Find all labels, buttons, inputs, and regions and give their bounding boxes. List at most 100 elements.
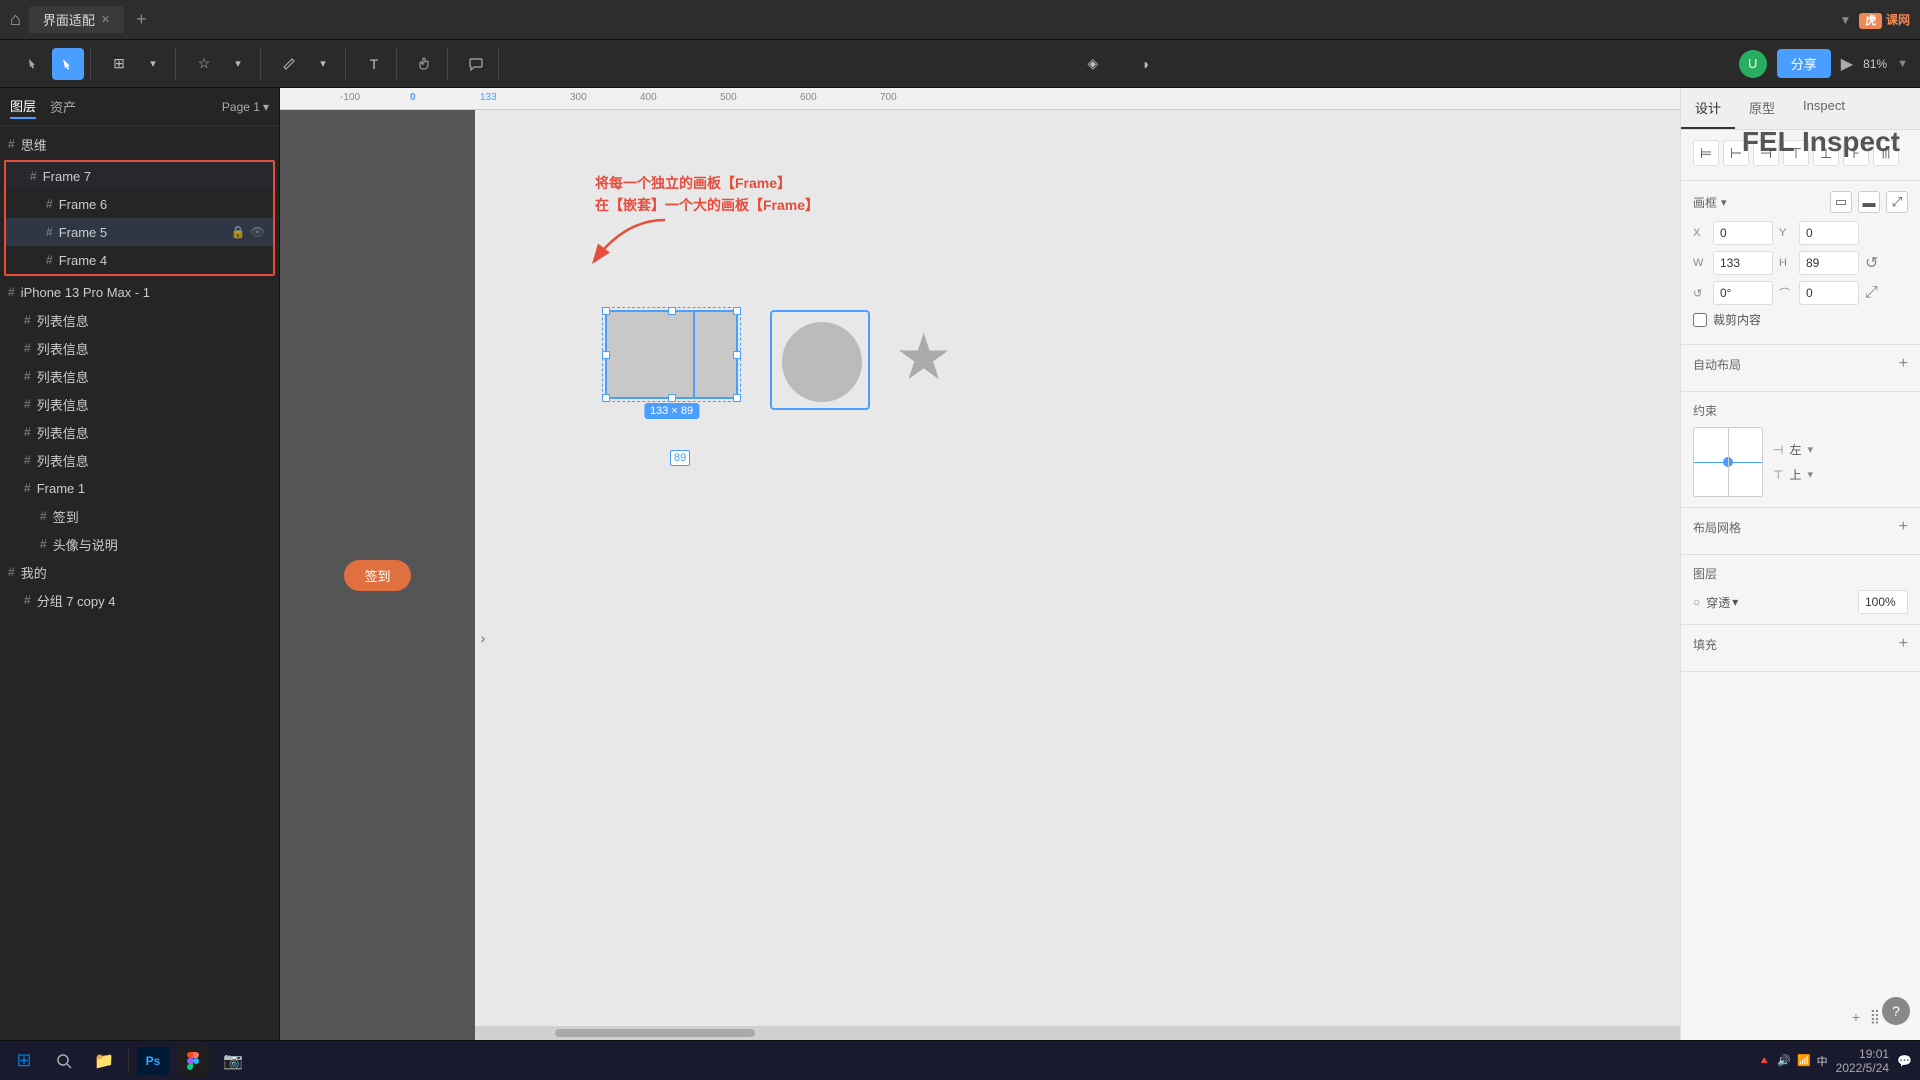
home-icon[interactable]: ⌂ xyxy=(10,9,21,30)
layer-item-siwei[interactable]: # 思维 xyxy=(0,130,279,158)
layer-item-list4[interactable]: # 列表信息 xyxy=(0,390,279,418)
clip-checkbox[interactable] xyxy=(1693,313,1707,327)
dropdown-icon[interactable]: ▼ xyxy=(1839,13,1851,27)
list3-icon: # xyxy=(24,369,31,383)
layer-item-frame4[interactable]: # Frame 4 xyxy=(6,246,273,274)
panel-add-icon[interactable]: + xyxy=(1852,1009,1860,1025)
layer-item-iphone[interactable]: # iPhone 13 Pro Max - 1 xyxy=(0,278,279,306)
radius-input[interactable] xyxy=(1799,281,1859,305)
scrollbar-thumb[interactable] xyxy=(555,1029,755,1037)
align-left-btn[interactable]: ⊨ xyxy=(1693,140,1719,166)
search-taskbar-button[interactable] xyxy=(48,1045,80,1077)
expand-toggle[interactable]: › xyxy=(473,488,493,788)
layer-item-frame6[interactable]: # Frame 6 xyxy=(6,190,273,218)
h-input[interactable] xyxy=(1799,251,1859,275)
photoshop-button[interactable]: Ps xyxy=(137,1047,169,1075)
dim-89-label: 89 xyxy=(670,450,690,466)
add-tab-button[interactable]: + xyxy=(136,9,147,30)
move-tool-button[interactable] xyxy=(18,48,50,80)
tab-layers[interactable]: 图层 xyxy=(10,94,36,119)
h-label: H xyxy=(1779,257,1793,269)
active-tab[interactable]: 界面适配 ✕ xyxy=(29,6,124,33)
layer-item-list2[interactable]: # 列表信息 xyxy=(0,334,279,362)
signin-button[interactable]: 签到 xyxy=(344,560,410,591)
start-button[interactable]: ⊞ xyxy=(8,1045,40,1077)
share-button[interactable]: 分享 xyxy=(1777,49,1831,78)
handle-tr[interactable] xyxy=(733,307,741,315)
blend-mode-select[interactable]: 穿透 ▾ xyxy=(1706,594,1738,611)
eye-icon[interactable]: 👁 xyxy=(250,225,265,239)
blend-dropdown-icon[interactable]: ▾ xyxy=(1732,595,1738,609)
handle-bl[interactable] xyxy=(602,394,610,402)
tab-close-icon[interactable]: ✕ xyxy=(101,13,110,26)
text-tool-button[interactable]: T xyxy=(358,48,390,80)
toolbar-right: U 分享 ▶ 81% ▼ xyxy=(1739,49,1908,78)
constraint-top-dropdown[interactable]: ▾ xyxy=(1807,468,1813,481)
canvas-scrollbar[interactable] xyxy=(475,1026,1680,1040)
layer-item-group7[interactable]: # 分组 7 copy 4 xyxy=(0,586,279,614)
zoom-dropdown-icon[interactable]: ▼ xyxy=(1897,58,1908,70)
fill-section: 填充 + xyxy=(1681,625,1920,672)
handle-mr[interactable] xyxy=(733,351,741,359)
camera-button[interactable]: 📷 xyxy=(217,1045,249,1077)
page-selector[interactable]: Page 1 ▾ xyxy=(222,100,269,114)
contrast-icon-button[interactable]: ◑ xyxy=(1129,48,1161,80)
handle-br[interactable] xyxy=(733,394,741,402)
handle-tm[interactable] xyxy=(668,307,676,315)
layout-grid-add-btn[interactable]: + xyxy=(1899,518,1908,536)
star-element[interactable]: ★ xyxy=(895,320,952,395)
play-button[interactable]: ▶ xyxy=(1841,54,1853,74)
gem-icon-button[interactable]: ◈ xyxy=(1077,48,1109,80)
avatar[interactable]: U xyxy=(1739,50,1767,78)
notification-icon[interactable]: 💬 xyxy=(1897,1054,1912,1068)
figma-button[interactable] xyxy=(177,1045,209,1077)
frame4-element[interactable] xyxy=(770,310,870,410)
frame-tablet-icon[interactable]: ▬ xyxy=(1858,191,1880,213)
frame-expand-icon[interactable]: ⤢ xyxy=(1886,191,1908,213)
w-input[interactable] xyxy=(1713,251,1773,275)
frame-dropdown-icon[interactable]: ▾ xyxy=(1721,196,1727,209)
layer-item-list6[interactable]: # 列表信息 xyxy=(0,446,279,474)
canvas-area[interactable]: -100 0 133 300 400 500 600 700 -300 -200… xyxy=(280,88,1680,1040)
handle-bm[interactable] xyxy=(668,394,676,402)
frame-move-button[interactable] xyxy=(52,48,84,80)
layer-item-list3[interactable]: # 列表信息 xyxy=(0,362,279,390)
layer-item-frame1[interactable]: # Frame 1 xyxy=(0,474,279,502)
layer-item-signin[interactable]: # 签到 xyxy=(0,502,279,530)
opacity-input[interactable] xyxy=(1858,590,1908,614)
pen-tool-button[interactable] xyxy=(273,48,305,80)
fill-add-btn[interactable]: + xyxy=(1899,635,1908,653)
comment-tool-button[interactable] xyxy=(460,48,492,80)
y-input[interactable] xyxy=(1799,221,1859,245)
layer-item-mine[interactable]: # 我的 xyxy=(0,558,279,586)
tab-assets[interactable]: 资产 xyxy=(50,95,76,118)
zoom-level[interactable]: 81% xyxy=(1863,57,1887,71)
help-button[interactable]: ? xyxy=(1882,997,1910,1025)
star-dropdown-button[interactable]: ▾ xyxy=(222,48,254,80)
angle-input[interactable] xyxy=(1713,281,1773,305)
x-input[interactable] xyxy=(1713,221,1773,245)
grid-dropdown-button[interactable]: ▾ xyxy=(137,48,169,80)
layer-item-frame7[interactable]: # Frame 7 xyxy=(6,162,273,190)
lock-icon[interactable]: 🔒 xyxy=(231,225,246,239)
constraint-v-row: ⊤ 上 ▾ xyxy=(1773,466,1813,483)
frame5-element[interactable]: 133 × 89 xyxy=(605,310,738,399)
star-tool-button[interactable]: ☆ xyxy=(188,48,220,80)
handle-tl[interactable] xyxy=(602,307,610,315)
layer-item-list1[interactable]: # 列表信息 xyxy=(0,306,279,334)
frame-phone-icon[interactable]: ▭ xyxy=(1830,191,1852,213)
explorer-button[interactable]: 📁 xyxy=(88,1045,120,1077)
panel-resize-icon[interactable]: ⣿ xyxy=(1870,1008,1880,1025)
fullscreen-icon[interactable]: ⤢ xyxy=(1865,284,1878,302)
handle-ml[interactable] xyxy=(602,351,610,359)
frame-toggle: ▭ ▬ ⤢ xyxy=(1830,191,1908,213)
layer-item-avatar-desc[interactable]: # 头像与说明 xyxy=(0,530,279,558)
pen-dropdown-button[interactable]: ▾ xyxy=(307,48,339,80)
grid-tool-button[interactable]: ⊞ xyxy=(103,48,135,80)
autolayout-add-btn[interactable]: + xyxy=(1899,355,1908,373)
layer-item-list5[interactable]: # 列表信息 xyxy=(0,418,279,446)
lock-aspect-icon[interactable]: ↺ xyxy=(1865,253,1878,273)
layer-item-frame5[interactable]: # Frame 5 🔒 👁 xyxy=(6,218,273,246)
hand-tool-button[interactable] xyxy=(409,48,441,80)
constraint-left-dropdown[interactable]: ▾ xyxy=(1807,443,1813,456)
